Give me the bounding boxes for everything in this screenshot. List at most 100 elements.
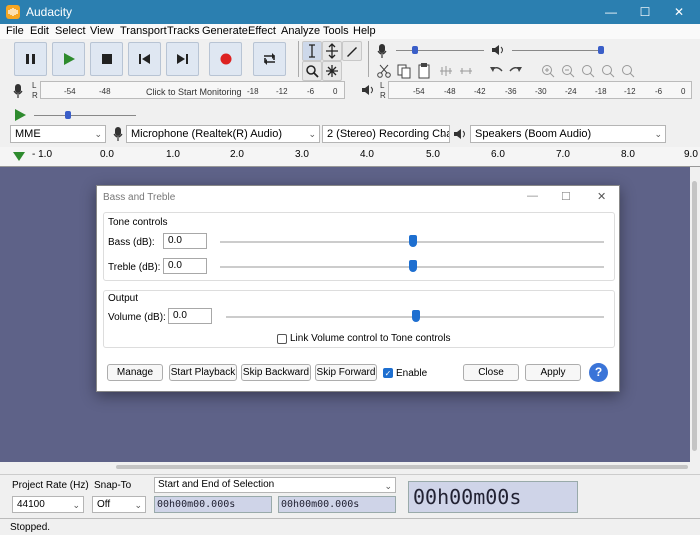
selection-tool-button[interactable]: [302, 41, 322, 61]
vertical-scrollbar-thumb[interactable]: [692, 181, 697, 451]
project-rate-label: Project Rate (Hz): [12, 480, 89, 491]
treble-input[interactable]: 0.0: [163, 258, 207, 274]
zoom-out-icon: [562, 65, 575, 78]
play-at-speed-button[interactable]: [10, 105, 30, 125]
play-button[interactable]: [52, 42, 85, 76]
close-button[interactable]: Close: [463, 364, 519, 381]
paste-button[interactable]: [414, 61, 434, 81]
link-volume-checkbox[interactable]: [277, 334, 287, 344]
menu-tools[interactable]: Tools: [323, 25, 349, 37]
help-button[interactable]: ?: [589, 363, 608, 382]
clipboard-icon: [418, 63, 430, 79]
manage-button[interactable]: Manage: [107, 364, 163, 381]
click-to-start-monitoring-label[interactable]: Click to Start Monitoring: [146, 87, 242, 97]
fit-project-button[interactable]: [598, 61, 618, 81]
snap-to-select[interactable]: Off ⌄: [92, 496, 146, 513]
play-speed-slider[interactable]: [34, 115, 136, 116]
dialog-close-x-button[interactable]: ✕: [597, 190, 606, 203]
recording-device-select[interactable]: Microphone (Realtek(R) Audio) ⌄: [126, 125, 320, 143]
apply-button[interactable]: Apply: [525, 364, 581, 381]
pause-icon: [26, 54, 35, 64]
cut-button[interactable]: [374, 61, 394, 81]
horizontal-scrollbar-thumb[interactable]: [116, 465, 688, 469]
dialog-maximize-button[interactable]: ☐: [561, 190, 571, 203]
minimize-button[interactable]: —: [596, 3, 626, 21]
pause-button[interactable]: [14, 42, 47, 76]
skip-to-end-button[interactable]: [166, 42, 199, 76]
record-meter[interactable]: -54 -48 Click to Start Monitoring -18 -1…: [40, 81, 345, 99]
play-icon: [64, 53, 75, 65]
draw-tool-button[interactable]: [342, 41, 362, 61]
menu-help[interactable]: Help: [353, 25, 376, 37]
selection-toolbar: Project Rate (Hz) 44100 ⌄ Snap-To Off ⌄ St…: [0, 474, 700, 518]
bass-label: Bass (dB):: [108, 237, 155, 248]
playback-volume-slider[interactable]: [512, 50, 604, 51]
audio-position-time[interactable]: 00h00m00s: [408, 481, 578, 513]
volume-slider-thumb[interactable]: [412, 310, 420, 322]
playback-device-select[interactable]: Speakers (Boom Audio) ⌄: [470, 125, 666, 143]
bass-input[interactable]: 0.0: [163, 233, 207, 249]
menu-analyze[interactable]: Analyze: [281, 25, 320, 37]
redo-icon: [509, 67, 522, 72]
menu-effect[interactable]: Effect: [248, 25, 276, 37]
timeline-ruler[interactable]: - 1.0 0.0 1.0 2.0 3.0 4.0 5.0 6.0 7.0 8.…: [0, 147, 700, 167]
menu-edit[interactable]: Edit: [30, 25, 49, 37]
enable-checkbox[interactable]: ✓: [383, 368, 393, 378]
recording-channels-select[interactable]: 2 (Stereo) Recording Chann⌄: [322, 125, 450, 143]
close-window-button[interactable]: ✕: [664, 3, 694, 21]
skip-backward-button[interactable]: Skip Backward: [241, 364, 311, 381]
timeline-options-icon[interactable]: [12, 149, 26, 163]
play-meter[interactable]: -54 -48 -42 -36 -30 -24 -18 -12 -6 0: [388, 81, 692, 99]
undo-button[interactable]: [486, 61, 506, 81]
skip-forward-button[interactable]: Skip Forward: [315, 364, 377, 381]
recording-volume-slider[interactable]: [396, 50, 484, 51]
recording-volume-thumb[interactable]: [412, 46, 418, 54]
menu-generate[interactable]: Generate: [202, 25, 248, 37]
audio-host-select[interactable]: MME ⌄: [10, 125, 106, 143]
chevron-down-icon: ⌄: [438, 129, 446, 139]
record-meter-tick: -6: [307, 87, 315, 96]
dialog-minimize-button[interactable]: —: [527, 190, 538, 202]
record-icon: [220, 53, 232, 65]
redo-button[interactable]: [506, 61, 526, 81]
bass-slider-thumb[interactable]: [409, 235, 417, 247]
volume-input[interactable]: 0.0: [168, 308, 212, 324]
envelope-tool-button[interactable]: [322, 41, 342, 61]
multi-tool-button[interactable]: [322, 61, 342, 81]
zoom-out-button[interactable]: [558, 61, 578, 81]
skip-start-icon: [139, 54, 150, 64]
play-speed-thumb[interactable]: [65, 111, 71, 119]
maximize-button[interactable]: ☐: [630, 3, 660, 21]
menu-file[interactable]: File: [6, 25, 24, 37]
menu-tracks[interactable]: Tracks: [167, 25, 200, 37]
selection-end-time[interactable]: 00h00m00.000s: [278, 496, 396, 513]
record-meter-tick: -18: [247, 87, 259, 96]
menu-select[interactable]: Select: [55, 25, 86, 37]
playback-volume-thumb[interactable]: [598, 46, 604, 54]
zoom-tool-button[interactable]: [302, 61, 322, 81]
output-device-speaker-icon: [454, 129, 465, 139]
stop-button[interactable]: [90, 42, 123, 76]
selection-start-time[interactable]: 00h00m00.000s: [154, 496, 272, 513]
zoom-in-button[interactable]: [538, 61, 558, 81]
vertical-scrollbar[interactable]: [690, 167, 700, 462]
copy-button[interactable]: [394, 61, 414, 81]
fit-selection-button[interactable]: [578, 61, 598, 81]
project-rate-select[interactable]: 44100 ⌄: [12, 496, 84, 513]
menu-transport[interactable]: Transport: [120, 25, 167, 37]
menu-view[interactable]: View: [90, 25, 114, 37]
output-group: Output Volume (dB): 0.0 Link Volume cont…: [103, 290, 615, 348]
silence-button[interactable]: [456, 61, 476, 81]
horizontal-scrollbar[interactable]: [0, 462, 700, 474]
selection-mode-select[interactable]: Start and End of Selection ⌄: [154, 477, 396, 493]
loop-button[interactable]: [253, 42, 286, 76]
zoom-toggle-icon: [622, 65, 635, 78]
audacity-logo-icon: [6, 5, 20, 19]
treble-slider-thumb[interactable]: [409, 260, 417, 272]
speaker-icon: [492, 45, 503, 55]
trim-button[interactable]: [436, 61, 456, 81]
record-button[interactable]: [209, 42, 242, 76]
zoom-toggle-button[interactable]: [618, 61, 638, 81]
start-playback-button[interactable]: Start Playback: [169, 364, 237, 381]
skip-to-start-button[interactable]: [128, 42, 161, 76]
